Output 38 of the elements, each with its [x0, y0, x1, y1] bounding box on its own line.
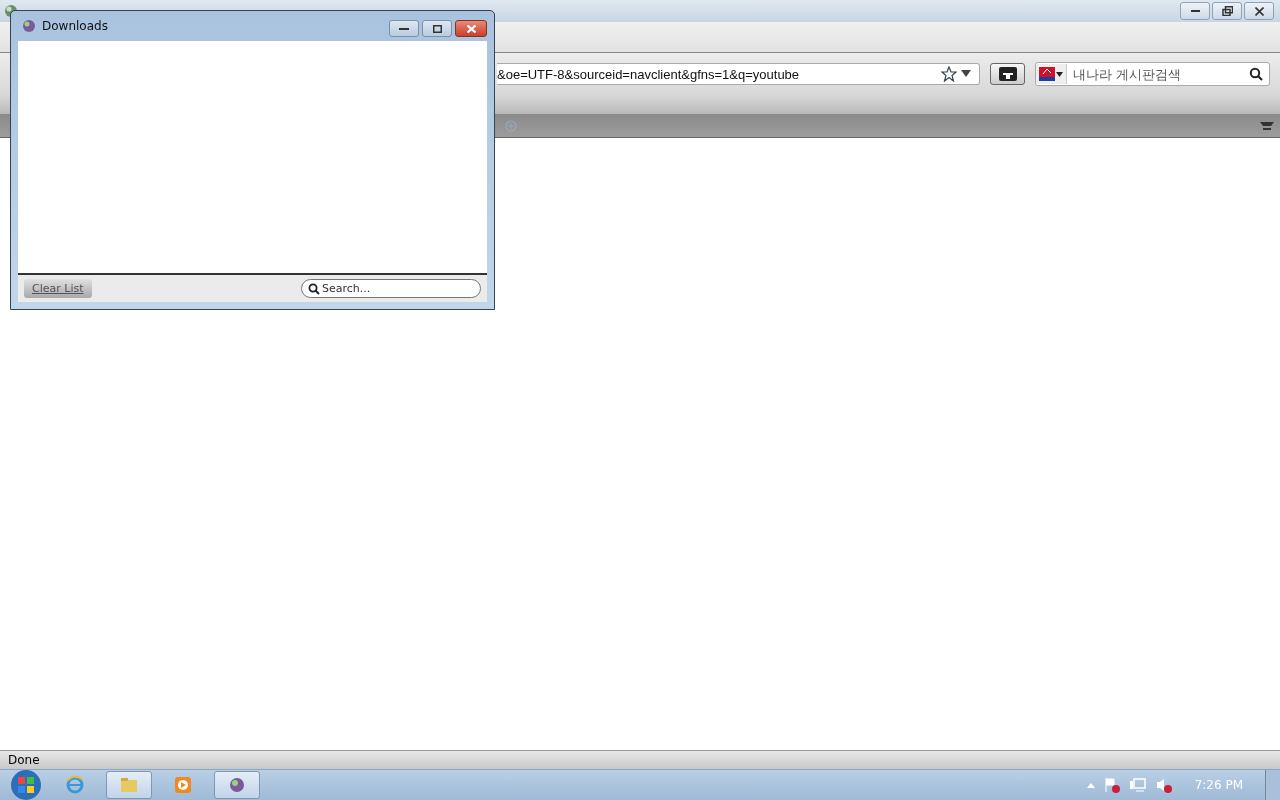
minimize-button[interactable] — [389, 20, 419, 37]
search-engine-button[interactable] — [1036, 64, 1067, 84]
restore-icon — [1221, 6, 1233, 16]
browser-icon — [65, 775, 85, 795]
play-icon — [173, 775, 193, 795]
flag-icon[interactable] — [1102, 777, 1121, 793]
close-icon — [466, 24, 476, 33]
speaker-icon[interactable] — [1154, 777, 1173, 793]
search-field[interactable]: Search... — [301, 279, 481, 298]
dropdown-arrow-icon — [1056, 71, 1063, 77]
maximize-icon — [432, 24, 442, 33]
globe-icon — [227, 775, 247, 795]
search-field[interactable]: 내나라 게시판검색 — [1035, 62, 1270, 86]
close-button[interactable] — [1244, 2, 1274, 20]
clear-list-button[interactable]: Clear List — [24, 279, 92, 298]
start-orb-icon[interactable] — [8, 770, 44, 800]
close-button[interactable] — [455, 20, 487, 37]
minimize-icon — [399, 27, 409, 30]
box-icon — [998, 67, 1017, 81]
url-text: &oe=UTF-8&sourceid=navclient&gfns=1&q=youtube — [497, 66, 801, 82]
status-text: Done — [8, 753, 40, 767]
minimize-icon — [1190, 10, 1200, 12]
restore-button[interactable] — [1212, 2, 1242, 20]
search-icon — [308, 282, 320, 295]
search-icon[interactable] — [1249, 67, 1263, 81]
minimize-button[interactable] — [1180, 2, 1210, 20]
star-icon[interactable] — [941, 66, 958, 82]
toolbar-button[interactable] — [990, 63, 1025, 85]
flag-icon — [1039, 67, 1055, 81]
taskbar-button[interactable] — [214, 771, 260, 799]
folder-icon — [119, 775, 139, 795]
maximize-button[interactable] — [422, 20, 452, 37]
globe-icon — [22, 19, 36, 33]
address-field[interactable]: &oe=UTF-8&sourceid=navclient&gfns=1&q=youtube — [497, 63, 981, 85]
close-icon — [1254, 6, 1264, 16]
window-title: Downloads — [42, 19, 109, 33]
dropdown-arrow-icon[interactable] — [961, 70, 972, 78]
tab-list-icon[interactable] — [1260, 119, 1274, 132]
